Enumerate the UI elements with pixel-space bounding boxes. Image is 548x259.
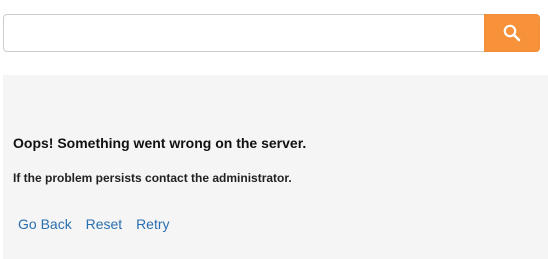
retry-link[interactable]: Retry xyxy=(136,216,169,232)
error-panel: Oops! Something went wrong on the server… xyxy=(3,75,548,259)
search-bar xyxy=(3,14,540,52)
error-actions: Go Back Reset Retry xyxy=(18,216,180,232)
search-input[interactable] xyxy=(3,14,484,52)
search-button[interactable] xyxy=(484,14,540,52)
error-message: If the problem persists contact the admi… xyxy=(13,171,292,185)
search-icon xyxy=(503,24,521,42)
go-back-link[interactable]: Go Back xyxy=(18,216,72,232)
reset-link[interactable]: Reset xyxy=(86,216,123,232)
error-title: Oops! Something went wrong on the server… xyxy=(13,135,307,151)
